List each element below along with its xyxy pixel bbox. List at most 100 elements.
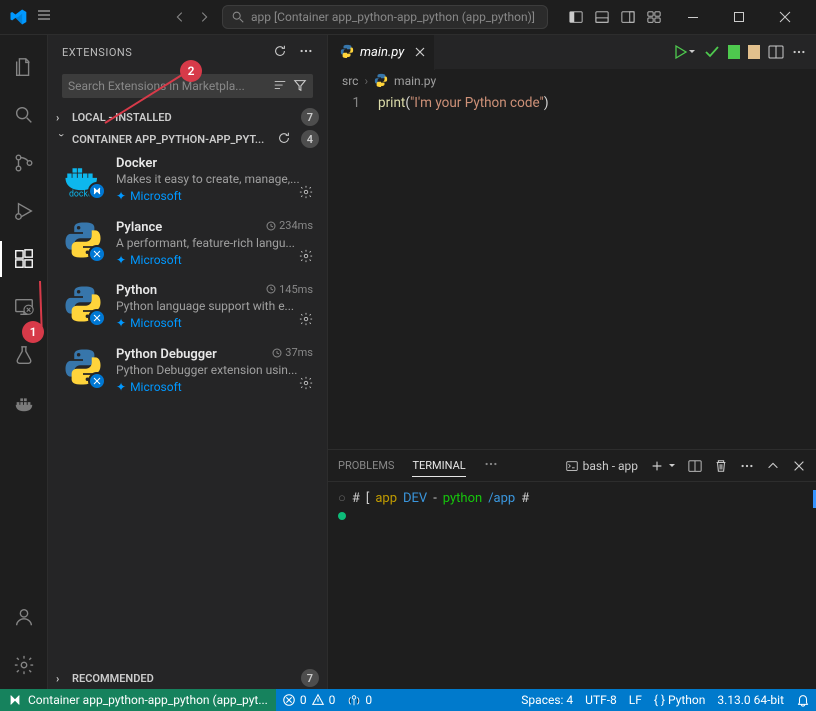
layout-panel-icon[interactable] [594,9,610,25]
extension-item[interactable]: Python Debugger37ms Python Debugger exte… [48,340,327,404]
search-tab[interactable] [0,91,48,139]
filter-icon[interactable] [293,78,307,95]
remote-badge-icon [88,182,106,200]
verified-icon: ✦ [116,316,126,330]
split-terminal-icon[interactable] [688,459,702,473]
terminal-text: [ [366,490,369,508]
terminal-text: python [443,490,482,508]
clear-search-icon[interactable] [273,78,287,95]
annotation-callout-2: 2 [180,60,202,82]
run-debug-tab[interactable] [0,187,48,235]
editor-tab[interactable]: main.py [328,35,435,70]
code-token: ) [544,95,549,111]
extensions-tab[interactable] [0,235,48,283]
verified-icon: ✦ [116,380,126,394]
section-local-installed[interactable]: › LOCAL - INSTALLED 7 [48,106,327,128]
breadcrumb-separator: › [364,74,368,88]
layout-customize-icon[interactable] [646,9,662,25]
split-editor-icon[interactable] [768,44,784,60]
nav-back-icon[interactable] [170,7,190,27]
terminal-decoration-icon: ○ [338,490,346,508]
explorer-tab[interactable] [0,43,48,91]
breadcrumb-folder: src [342,74,358,88]
python-file-icon [340,43,354,62]
python-version-status[interactable]: 3.13.0 64-bit [711,693,790,707]
extension-item[interactable]: Pylance 234ms A performant, feature-rich … [48,213,327,277]
breadcrumb-file: main.py [394,74,436,88]
manage-gear-icon[interactable] [299,248,313,267]
command-center-search[interactable]: app [Container app_python-app_python (ap… [222,5,548,29]
close-tab-icon[interactable] [414,43,426,62]
settings-gear-icon[interactable] [0,641,48,689]
terminal-tab[interactable]: TERMINAL [412,455,465,477]
terminal-profile[interactable]: bash - app [565,459,638,473]
source-control-tab[interactable] [0,139,48,187]
code-editor[interactable]: 1 print("I'm your Python code") [328,92,816,449]
command-center-text: app [Container app_python-app_python (ap… [251,10,535,24]
encoding-status[interactable]: UTF-8 [579,693,623,707]
extension-name: Python Debugger [116,347,217,362]
extension-description: A performant, feature-rich langu... [116,236,313,250]
notifications-icon[interactable] [790,693,816,707]
layout-sidebar-right-icon[interactable] [620,9,636,25]
extension-publisher: Microsoft [130,253,182,267]
problems-status[interactable]: 0 0 [276,693,342,707]
section-refresh-icon[interactable] [277,131,291,148]
ports-icon [347,693,361,707]
section-container[interactable]: › CONTAINER APP_PYTHON-APP_PYT... 4 [48,128,327,150]
section-badge: 7 [301,669,319,687]
accounts-icon[interactable] [0,593,48,641]
menu-icon[interactable] [36,7,52,27]
terminal-text: # [521,490,529,508]
maximize-panel-icon[interactable] [766,459,780,473]
run-file-icon[interactable] [672,44,696,60]
remote-indicator[interactable]: Container app_python-app_python (app_pyt… [0,689,276,711]
docker-tab[interactable] [0,379,48,427]
breadcrumb[interactable]: src › main.py [328,70,816,92]
python-extension-icon [62,283,104,325]
python-file-icon [374,73,388,90]
python-extension-icon [62,219,104,261]
close-panel-icon[interactable] [792,459,806,473]
code-token: "I'm your Python code" [410,95,544,111]
manage-gear-icon[interactable] [299,311,313,330]
annotation-callout-1: 1 [22,321,44,343]
more-panel-tabs-icon[interactable] [484,453,498,478]
title-bar: app [Container app_python-app_python (ap… [0,0,816,35]
language-status[interactable]: { } Python [648,693,711,707]
new-terminal-icon[interactable] [650,459,676,473]
extension-name: Pylance [116,220,162,235]
spaces-status[interactable]: Spaces: 4 [515,693,579,707]
maximize-button[interactable] [716,0,762,34]
terminal-content[interactable]: ○ # [app DEV - python /app # [328,482,816,689]
activation-time: 145ms [266,283,313,296]
refresh-icon[interactable] [273,43,287,62]
coverage-green-icon[interactable] [728,45,740,59]
layout-sidebar-left-icon[interactable] [568,9,584,25]
nav-forward-icon[interactable] [194,7,214,27]
extension-publisher: Microsoft [130,316,182,330]
vscode-logo-icon [8,7,28,27]
checkmark-icon[interactable] [704,44,720,60]
section-badge: 4 [301,130,319,148]
kill-terminal-icon[interactable] [714,459,728,473]
extension-item[interactable]: Python145ms Python language support with… [48,277,327,341]
ports-status[interactable]: 0 [341,693,378,707]
activation-time: 234ms [266,219,313,232]
section-recommended[interactable]: › RECOMMENDED 7 [48,667,327,689]
manage-gear-icon[interactable] [299,184,313,203]
manage-gear-icon[interactable] [299,375,313,394]
extension-description: Python Debugger extension usin... [116,363,313,377]
eol-status[interactable]: LF [623,693,648,707]
problems-tab[interactable]: PROBLEMS [338,455,394,476]
close-button[interactable] [762,0,808,34]
more-terminal-actions-icon[interactable] [740,459,754,473]
more-actions-icon[interactable] [299,43,313,62]
editor-group: main.py src › main.py 1 print("I'm your … [328,35,816,689]
extension-item[interactable]: docker Docker Makes it easy to create, m… [48,150,327,213]
coverage-yellow-icon[interactable] [748,45,760,59]
remote-badge-icon [88,309,106,327]
terminal-text: DEV [403,490,427,508]
minimize-button[interactable] [670,0,716,34]
more-actions-icon[interactable] [792,45,806,59]
